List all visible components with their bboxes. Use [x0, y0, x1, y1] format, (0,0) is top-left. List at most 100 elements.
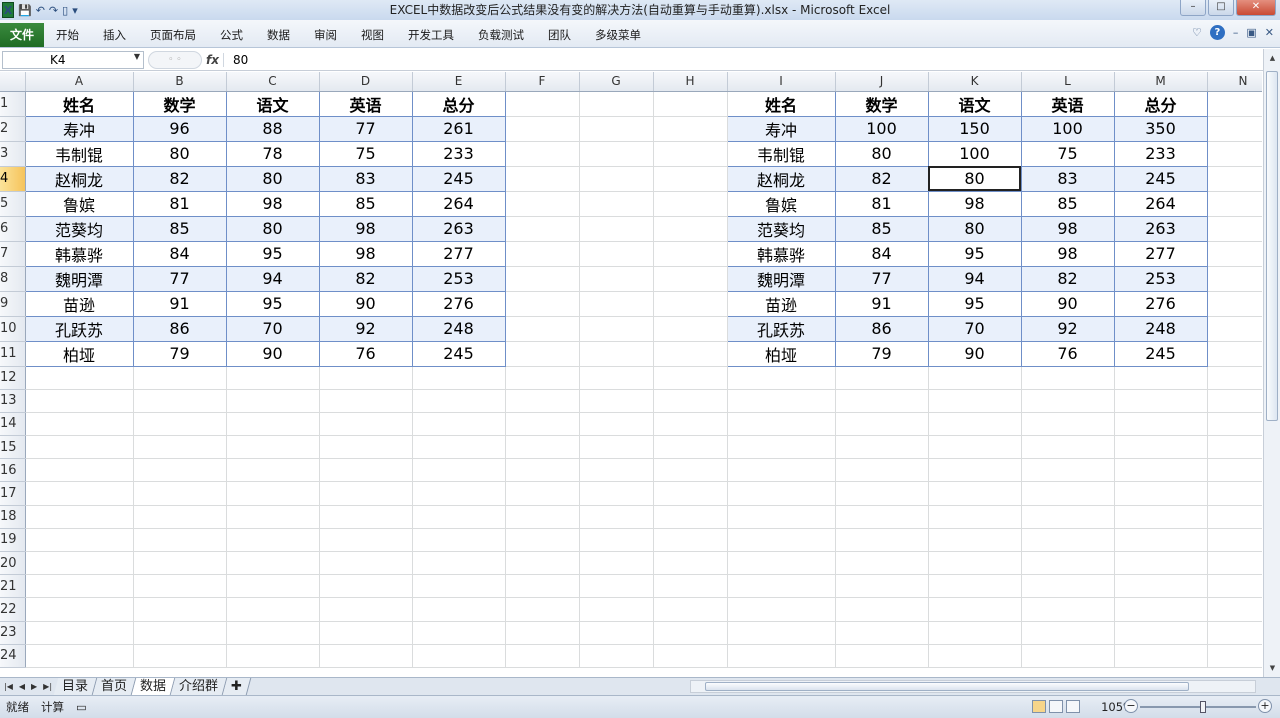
- empty-cell[interactable]: [1021, 389, 1115, 413]
- empty-cell[interactable]: [226, 574, 320, 599]
- empty-cell[interactable]: [579, 621, 654, 645]
- formula-input[interactable]: 80: [224, 53, 248, 67]
- empty-cell[interactable]: [505, 389, 580, 413]
- name-box[interactable]: K4 ▼: [2, 50, 144, 69]
- row-header[interactable]: 5: [0, 191, 26, 217]
- empty-cell[interactable]: [727, 597, 836, 622]
- empty-cell[interactable]: [25, 597, 134, 622]
- empty-cell[interactable]: [505, 241, 580, 267]
- empty-cell[interactable]: [1207, 389, 1262, 413]
- empty-cell[interactable]: [319, 528, 413, 553]
- empty-cell[interactable]: [928, 481, 1022, 506]
- table-header-cell[interactable]: 语文: [225, 90, 320, 117]
- empty-cell[interactable]: [928, 528, 1022, 553]
- empty-cell[interactable]: [319, 551, 413, 576]
- select-all-corner[interactable]: [0, 72, 26, 92]
- empty-cell[interactable]: [1021, 528, 1115, 553]
- row-header[interactable]: 19: [0, 528, 26, 553]
- empty-cell[interactable]: [412, 435, 506, 460]
- empty-cell[interactable]: [1114, 366, 1208, 390]
- column-header[interactable]: N: [1207, 72, 1262, 92]
- save-icon[interactable]: 💾: [18, 2, 32, 18]
- redo-icon[interactable]: ↷: [49, 2, 58, 18]
- empty-cell[interactable]: [653, 266, 728, 292]
- empty-cell[interactable]: [835, 389, 929, 413]
- empty-cell[interactable]: [133, 412, 227, 437]
- empty-cell[interactable]: [835, 574, 929, 599]
- empty-cell[interactable]: [928, 597, 1022, 622]
- empty-cell[interactable]: [653, 341, 728, 367]
- empty-cell[interactable]: [1207, 412, 1262, 437]
- empty-cell[interactable]: [579, 316, 654, 342]
- empty-cell[interactable]: [133, 644, 227, 668]
- table-cell[interactable]: 79: [834, 340, 929, 367]
- empty-cell[interactable]: [226, 551, 320, 576]
- table-cell[interactable]: 98: [225, 190, 320, 217]
- name-box-dropdown-icon[interactable]: ▼: [134, 52, 140, 61]
- empty-cell[interactable]: [1207, 341, 1262, 367]
- empty-cell[interactable]: [1207, 116, 1262, 142]
- empty-cell[interactable]: [505, 458, 580, 483]
- empty-cell[interactable]: [133, 574, 227, 599]
- empty-cell[interactable]: [579, 644, 654, 668]
- horizontal-scroll-thumb[interactable]: [705, 682, 1189, 691]
- row-header[interactable]: 2: [0, 116, 26, 142]
- table-cell[interactable]: 277: [1113, 240, 1208, 267]
- empty-cell[interactable]: [319, 435, 413, 460]
- empty-cell[interactable]: [505, 341, 580, 367]
- vertical-scrollbar[interactable]: ▲ ▼: [1263, 49, 1280, 677]
- table-cell[interactable]: 248: [411, 315, 506, 342]
- table-cell[interactable]: 76: [1020, 340, 1115, 367]
- ribbon-tab[interactable]: 插入: [91, 23, 138, 47]
- table-cell[interactable]: 77: [834, 265, 929, 292]
- table-cell[interactable]: 98: [318, 240, 413, 267]
- empty-cell[interactable]: [1207, 241, 1262, 267]
- empty-cell[interactable]: [505, 412, 580, 437]
- table-cell[interactable]: 261: [411, 115, 506, 142]
- empty-cell[interactable]: [579, 191, 654, 217]
- sheet-tab[interactable]: 首页: [92, 678, 137, 695]
- empty-cell[interactable]: [505, 621, 580, 645]
- row-header[interactable]: 9: [0, 291, 26, 317]
- table-cell[interactable]: 245: [1113, 165, 1208, 192]
- empty-cell[interactable]: [579, 266, 654, 292]
- empty-cell[interactable]: [835, 644, 929, 668]
- table-cell[interactable]: 263: [1113, 215, 1208, 242]
- tab-file[interactable]: 文件: [0, 22, 44, 47]
- empty-cell[interactable]: [579, 366, 654, 390]
- table-cell[interactable]: 苗逊: [24, 290, 134, 317]
- empty-cell[interactable]: [653, 644, 728, 668]
- table-header-cell[interactable]: 英语: [1020, 90, 1115, 117]
- empty-cell[interactable]: [133, 458, 227, 483]
- table-cell[interactable]: 245: [411, 165, 506, 192]
- empty-cell[interactable]: [1207, 458, 1262, 483]
- column-header[interactable]: B: [133, 72, 227, 92]
- table-cell[interactable]: 90: [318, 290, 413, 317]
- row-header[interactable]: 10: [0, 316, 26, 342]
- empty-cell[interactable]: [579, 412, 654, 437]
- table-cell[interactable]: 90: [1020, 290, 1115, 317]
- empty-cell[interactable]: [653, 216, 728, 242]
- table-cell[interactable]: 248: [1113, 315, 1208, 342]
- table-cell[interactable]: 韦制锟: [24, 140, 134, 167]
- table-header-cell[interactable]: 姓名: [726, 90, 836, 117]
- close-button[interactable]: ✕: [1236, 0, 1276, 16]
- empty-cell[interactable]: [1114, 597, 1208, 622]
- window-close-icon[interactable]: ✕: [1265, 26, 1274, 39]
- table-cell[interactable]: 80: [834, 140, 929, 167]
- empty-cell[interactable]: [1207, 528, 1262, 553]
- table-cell[interactable]: 95: [927, 240, 1022, 267]
- row-header[interactable]: 22: [0, 597, 26, 622]
- empty-cell[interactable]: [505, 644, 580, 668]
- empty-cell[interactable]: [1207, 166, 1262, 192]
- table-cell[interactable]: 82: [318, 265, 413, 292]
- row-header[interactable]: 14: [0, 412, 26, 437]
- active-cell[interactable]: 80: [927, 165, 1022, 192]
- empty-cell[interactable]: [319, 389, 413, 413]
- empty-cell[interactable]: [505, 116, 580, 142]
- table-cell[interactable]: 81: [834, 190, 929, 217]
- empty-cell[interactable]: [133, 597, 227, 622]
- table-cell[interactable]: 鲁嫔: [726, 190, 836, 217]
- empty-cell[interactable]: [412, 481, 506, 506]
- empty-cell[interactable]: [579, 551, 654, 576]
